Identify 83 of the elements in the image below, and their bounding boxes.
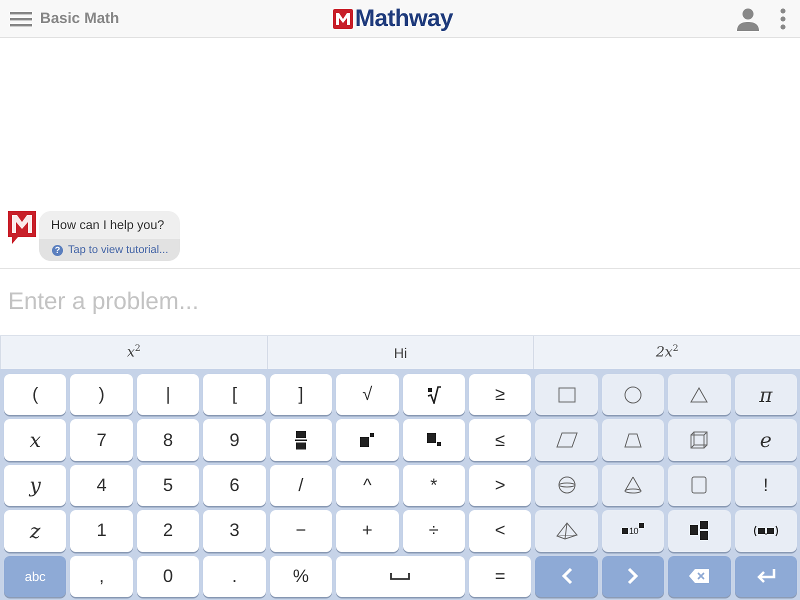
cone-icon <box>622 475 643 496</box>
key[interactable]: x <box>4 419 66 461</box>
space-icon <box>390 571 410 582</box>
parallelogram-icon <box>556 431 578 450</box>
square-icon <box>556 384 577 405</box>
avatar-icon <box>8 211 36 244</box>
matrix-icon <box>690 520 708 541</box>
suggestion-item[interactable]: x$^{2}$ <box>127 344 141 361</box>
logo-icon <box>333 9 353 29</box>
cube-key[interactable] <box>668 419 731 461</box>
matrix-key[interactable] <box>668 510 731 552</box>
fraction-key[interactable] <box>270 419 332 461</box>
key[interactable]: 1 <box>70 510 133 552</box>
key[interactable]: ÷ <box>402 510 465 552</box>
subscript-icon <box>426 432 441 448</box>
key[interactable]: < <box>468 510 532 552</box>
triangle-key[interactable] <box>668 374 731 416</box>
key[interactable]: . <box>203 556 266 597</box>
key[interactable]: ! <box>734 464 797 506</box>
subscript-key[interactable] <box>402 419 465 461</box>
cube-icon <box>689 430 710 450</box>
vector-icon <box>752 524 779 537</box>
suggestion-item[interactable]: Hi <box>394 344 408 360</box>
parallelogram-key[interactable] <box>535 419 598 461</box>
square-key[interactable] <box>535 374 598 416</box>
key[interactable]: √ <box>336 374 398 416</box>
enter-icon <box>754 568 777 584</box>
tutorial-link[interactable]: Tap to view tutorial... <box>68 244 168 256</box>
key[interactable]: ≥ <box>468 374 532 416</box>
key[interactable]: 5 <box>136 464 200 506</box>
key[interactable]: % <box>270 556 332 597</box>
trapezoid-key[interactable] <box>602 419 664 461</box>
key[interactable]: π <box>734 374 797 416</box>
sphere-icon <box>556 475 577 496</box>
backspace-icon <box>688 568 710 584</box>
fraction-icon <box>294 430 307 450</box>
pyramid-icon <box>554 520 579 541</box>
key[interactable]: 9 <box>203 419 266 461</box>
triangle-icon <box>689 384 710 405</box>
key[interactable]: z <box>4 510 66 552</box>
left-arrow-key[interactable] <box>535 556 598 597</box>
more-icon[interactable] <box>780 8 786 30</box>
key[interactable]: − <box>270 510 332 552</box>
circle-key[interactable] <box>602 374 664 416</box>
scientific-notation-key[interactable]: 10 <box>602 510 664 552</box>
sphere-key[interactable] <box>535 464 598 506</box>
key[interactable]: ) <box>70 374 133 416</box>
key[interactable]: , <box>70 556 133 597</box>
chat-message: How can I help you? <box>50 217 166 234</box>
key[interactable]: + <box>336 510 398 552</box>
key[interactable]: [ <box>203 374 266 416</box>
key[interactable]: 6 <box>203 464 266 506</box>
help-icon: ? <box>52 244 63 256</box>
circle-icon <box>622 384 643 405</box>
menu-icon <box>10 10 32 26</box>
key[interactable]: y <box>4 464 66 506</box>
cylinder-icon <box>689 475 710 496</box>
key[interactable]: 4 <box>70 464 133 506</box>
key[interactable]: ≤ <box>468 419 532 461</box>
key[interactable]: 3 <box>203 510 266 552</box>
exponent-icon <box>360 432 374 448</box>
key[interactable]: / <box>270 464 332 506</box>
trapezoid-icon <box>622 431 643 450</box>
key[interactable]: * <box>402 464 465 506</box>
exponent-key[interactable] <box>336 419 398 461</box>
key[interactable]: 2 <box>136 510 200 552</box>
key[interactable]: = <box>468 556 532 597</box>
key[interactable]: | <box>136 374 200 416</box>
key[interactable]: e <box>734 419 797 461</box>
suggestion-item[interactable]: 2x$^{2}$ <box>656 344 678 361</box>
key[interactable]: ^ <box>336 464 398 506</box>
key[interactable]: 0 <box>136 556 200 597</box>
key[interactable]: 7 <box>70 419 133 461</box>
nth-root-icon <box>426 386 441 404</box>
key[interactable]: ( <box>4 374 66 416</box>
pyramid-key[interactable] <box>535 510 598 552</box>
key[interactable]: ] <box>270 374 332 416</box>
key[interactable]: > <box>468 464 532 506</box>
account-icon[interactable] <box>736 6 760 30</box>
key[interactable]: 8 <box>136 419 200 461</box>
logo: Mathway <box>355 6 453 32</box>
vector-key[interactable] <box>734 510 797 552</box>
nth-root-key[interactable] <box>402 374 465 416</box>
